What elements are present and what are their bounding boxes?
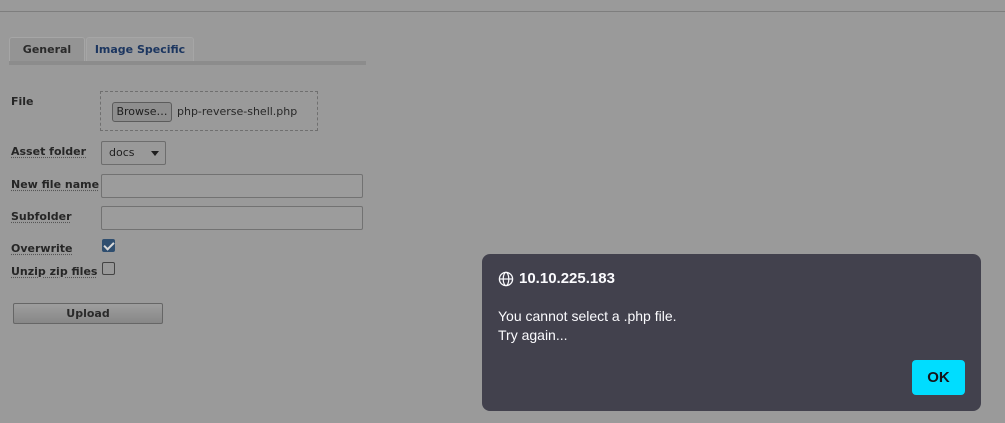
new-file-name-input[interactable]	[101, 174, 363, 198]
overwrite-label: Overwrite	[11, 242, 73, 255]
unzip-checkbox[interactable]	[102, 262, 115, 275]
dialog-message-line-2: Try again...	[498, 327, 568, 343]
upload-button[interactable]: Upload	[13, 303, 163, 324]
overwrite-checkbox[interactable]	[102, 239, 115, 252]
tab-underline	[9, 61, 366, 65]
unzip-label: Unzip zip files	[11, 265, 98, 278]
tab-bar: General Image Specific	[9, 37, 194, 63]
dialog-message: You cannot select a .php file. Try again…	[498, 307, 677, 345]
dialog-host: 10.10.225.183	[519, 270, 615, 287]
asset-folder-select[interactable]: docs	[101, 141, 166, 165]
tab-image-specific[interactable]: Image Specific	[86, 37, 194, 62]
subfolder-label: Subfolder	[11, 210, 72, 223]
top-divider	[0, 11, 1005, 12]
file-dropzone[interactable]: Browse… php-reverse-shell.php	[100, 91, 318, 131]
dialog-message-line-1: You cannot select a .php file.	[498, 308, 677, 324]
alert-dialog: 10.10.225.183 You cannot select a .php f…	[482, 254, 981, 411]
browse-button[interactable]: Browse…	[112, 102, 172, 122]
asset-folder-value: docs	[109, 146, 135, 159]
dialog-header: 10.10.225.183	[498, 270, 615, 287]
tab-general[interactable]: General	[9, 37, 85, 62]
selected-file-name: php-reverse-shell.php	[177, 105, 298, 118]
asset-folder-label: Asset folder	[11, 145, 87, 158]
globe-icon	[498, 271, 514, 286]
ok-button[interactable]: OK	[912, 360, 965, 395]
new-file-name-label: New file name	[11, 178, 100, 191]
chevron-down-icon	[151, 151, 159, 156]
subfolder-input[interactable]	[101, 206, 363, 230]
file-label: File	[11, 95, 34, 108]
